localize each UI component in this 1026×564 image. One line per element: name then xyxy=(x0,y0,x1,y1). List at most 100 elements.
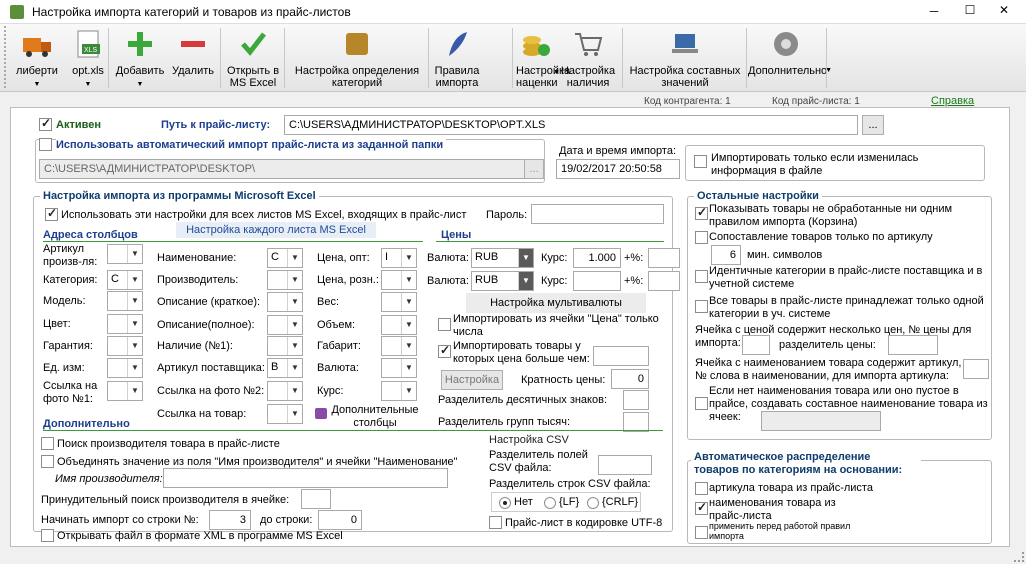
rate2-input[interactable] xyxy=(573,271,621,291)
decimal-separator-input[interactable] xyxy=(623,390,649,410)
row-sep-lf-radio[interactable] xyxy=(544,497,556,509)
force-search-input[interactable] xyxy=(301,489,331,509)
composite-name-checkbox[interactable] xyxy=(695,397,708,410)
toolbar-more-button[interactable]: Дополнительно ▼ xyxy=(748,24,832,92)
price-sep-input[interactable] xyxy=(888,335,938,355)
extra-columns-button[interactable]: Дополнительные столбцы xyxy=(329,404,421,430)
show-unprocessed-checkbox[interactable] xyxy=(695,205,708,220)
path-input[interactable]: C:\USERS\АДМИНИСТРАТОР\DESKTOP\OPT.XLS xyxy=(284,115,858,135)
toolbar-composite-button[interactable]: Настройка составных значений xyxy=(624,24,746,92)
rate1-input[interactable]: 1.000 xyxy=(573,248,621,268)
price-higher-input[interactable] xyxy=(593,346,649,366)
browse-folder-button[interactable]: ... xyxy=(524,159,544,179)
toolbar-del-button[interactable]: Удалить xyxy=(170,24,216,92)
pct1-input[interactable] xyxy=(648,248,680,268)
plus-icon xyxy=(124,28,156,60)
toolbar-openxls-button[interactable]: Открыть в MS Excel xyxy=(222,24,284,92)
col1-column-select[interactable]: ▼ xyxy=(107,358,143,378)
composite-name-input[interactable] xyxy=(761,411,881,431)
close-button[interactable]: ✕ xyxy=(994,3,1014,17)
col2-label: Артикул поставщика: xyxy=(157,362,265,374)
price-higher-checkbox[interactable] xyxy=(438,343,451,358)
col2-column-select[interactable]: ▼ xyxy=(267,404,303,424)
name-article-input[interactable] xyxy=(963,359,989,379)
col1-column-select[interactable]: C ▼ xyxy=(107,270,143,290)
numbers-only-checkbox[interactable] xyxy=(438,318,451,331)
toolbar-delivery-button[interactable]: либерти ▼ xyxy=(12,24,62,92)
col1-column-select[interactable]: ▼ xyxy=(107,244,143,264)
utf8-checkbox[interactable] xyxy=(489,516,502,529)
active-checkbox[interactable] xyxy=(39,116,52,131)
by-article-checkbox[interactable] xyxy=(695,231,708,244)
min-symbols-input[interactable]: 6 xyxy=(711,245,741,265)
col3-column-select[interactable]: ▼ xyxy=(381,270,417,290)
currency2-select[interactable]: RUB ▼ xyxy=(471,271,534,291)
each-sheet-button[interactable]: Настройка каждого листа MS Excel xyxy=(176,222,376,238)
mfr-name-input[interactable] xyxy=(163,468,448,488)
maximize-button[interactable]: ☐ xyxy=(960,3,980,17)
multi-price-input[interactable] xyxy=(742,335,770,355)
toolbar-separator xyxy=(512,28,513,88)
col1-column-select[interactable]: ▼ xyxy=(107,336,143,356)
password-input[interactable] xyxy=(531,204,664,224)
dist-by-article-checkbox[interactable] xyxy=(695,482,708,495)
minimize-button[interactable]: ─ xyxy=(924,4,944,18)
multicurrency-button[interactable]: Настройка мультивалюты xyxy=(466,293,646,313)
thousand-separator-input[interactable] xyxy=(623,412,649,432)
toolbar-stock-button[interactable]: Настройка наличия xyxy=(556,24,620,92)
toolbar-markup-button[interactable]: Настройка наценки ▼ xyxy=(516,24,570,92)
multiplicity-input[interactable]: 0 xyxy=(611,369,649,389)
start-row-input[interactable]: 3 xyxy=(209,510,251,530)
col3-column-select[interactable]: ▼ xyxy=(381,315,417,335)
col2-column-select[interactable]: ▼ xyxy=(267,381,303,401)
col3-column-select[interactable]: ▼ xyxy=(381,358,417,378)
chevron-down-icon: ▼ xyxy=(287,249,302,267)
toolbar-add-button[interactable]: Добавить ▼ xyxy=(112,24,168,92)
laptop-icon xyxy=(669,28,701,60)
pct2-input[interactable] xyxy=(648,271,680,291)
toolbar-delivery-label: либерти xyxy=(16,65,58,77)
toolbar-catdef-button[interactable]: Настройка определения категорий xyxy=(288,24,426,92)
col2-column-select[interactable]: ▼ xyxy=(267,270,303,290)
toolbar-rules-button[interactable]: Правила импорта xyxy=(430,24,484,92)
toolbar-optxls-button[interactable]: XLS opt.xls ▼ xyxy=(66,24,110,92)
col3-column-select[interactable]: ▼ xyxy=(381,336,417,356)
col2-column-select[interactable]: ▼ xyxy=(267,315,303,335)
folder-input[interactable]: C:\USERS\АДМИНИСТРАТОР\DESKTOP\ xyxy=(39,159,529,179)
use-all-sheets-checkbox[interactable] xyxy=(45,206,58,221)
minus-icon xyxy=(177,28,209,60)
col1-column-select[interactable]: ▼ xyxy=(107,314,143,334)
col2-column-select[interactable]: ▼ xyxy=(267,336,303,356)
row-sep-none-radio[interactable] xyxy=(499,497,511,509)
col3-column-select[interactable]: ▼ xyxy=(381,292,417,312)
toolbar-grip xyxy=(4,26,10,88)
field-sep-input[interactable] xyxy=(598,455,652,475)
help-link[interactable]: Справка xyxy=(931,95,974,107)
resize-grip[interactable] xyxy=(1014,552,1024,562)
browse-path-button[interactable]: ... xyxy=(862,115,884,135)
currency1-select[interactable]: RUB ▼ xyxy=(471,248,534,268)
chevron-down-icon: ▼ xyxy=(287,359,302,377)
col2-column-select[interactable]: C ▼ xyxy=(267,248,303,268)
row-sep-crlf-radio[interactable] xyxy=(587,497,599,509)
find-mfr-checkbox[interactable] xyxy=(41,437,54,450)
dist-by-name-checkbox[interactable] xyxy=(695,500,708,515)
col2-column-select[interactable]: B ▼ xyxy=(267,358,303,378)
identical-categories-checkbox[interactable] xyxy=(695,270,708,283)
multiplicity-label: Кратность цены: xyxy=(521,374,606,386)
date-input[interactable]: 19/02/2017 20:50:58 xyxy=(556,159,680,179)
one-category-checkbox[interactable] xyxy=(695,300,708,313)
merge-checkbox[interactable] xyxy=(41,455,54,468)
col1-column-select[interactable]: ▼ xyxy=(107,291,143,311)
to-row-input[interactable]: 0 xyxy=(318,510,362,530)
apply-before-rules-checkbox[interactable] xyxy=(695,526,708,539)
col2-column-select[interactable]: ▼ xyxy=(267,292,303,312)
toolbar-stock-label: Настройка наличия xyxy=(560,65,616,89)
only-changed-checkbox[interactable] xyxy=(694,155,707,168)
col3-column-select[interactable]: ▼ xyxy=(381,381,417,401)
auto-import-checkbox[interactable] xyxy=(39,138,52,151)
xml-checkbox[interactable] xyxy=(41,529,54,542)
col1-column-select[interactable]: ▼ xyxy=(107,381,143,401)
col3-column-select[interactable]: I ▼ xyxy=(381,248,417,268)
setup-button[interactable]: Настройка xyxy=(441,370,503,390)
